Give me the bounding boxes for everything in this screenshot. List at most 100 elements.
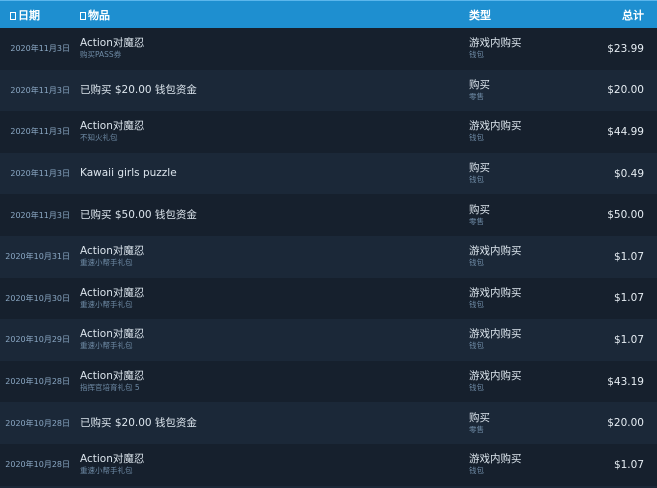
row-type: 购买 钱包 (469, 162, 589, 185)
row-type: 购买 零售 (469, 412, 589, 435)
row-type-subtitle: 钱包 (469, 466, 484, 476)
row-type-subtitle: 零售 (469, 424, 484, 434)
row-type: 游戏内购买 钱包 (469, 120, 589, 143)
table-row[interactable]: 2020年11月3日 已购买 $50.00 钱包资金 购买 零售 $50.00 (0, 194, 657, 236)
table-row[interactable]: 2020年10月31日 Action对魔忍 重速小帮手礼包 游戏内购买 钱包 $1.07 (0, 235, 657, 278)
table-row[interactable]: 2020年11月3日 Action对魔忍 不知火礼包 游戏内购买 钱包 $44.99 (0, 111, 657, 153)
table-row[interactable]: 2020年10月30日 Action对魔忍 重速小帮手礼包 游戏内购买 钱包 $1.07 (0, 277, 657, 320)
row-type-subtitle: 钱包 (469, 50, 484, 60)
table-row[interactable]: 2020年10月28日 Action对魔忍 重速小帮手礼包 游戏内购买 钱包 $1.07 (0, 443, 657, 486)
row-total: $1.07 (613, 292, 644, 305)
table-header: 日期 物品 类型 总计 (0, 0, 657, 28)
header-item-label: 物品 (88, 8, 110, 22)
row-item-title: Action对魔忍 (80, 328, 145, 341)
row-item-subtitle: 购买PASS券 (80, 50, 122, 60)
row-type-subtitle: 零售 (469, 91, 484, 101)
row-date: 2020年10月31日 (5, 252, 70, 262)
row-date: 2020年11月3日 (10, 85, 70, 95)
row-type-title: 购买 (469, 411, 490, 424)
row-item-title: 已购买 $20.00 钱包资金 (80, 416, 197, 429)
row-type: 游戏内购买 钱包 (469, 453, 589, 476)
row-total: $20.00 (607, 417, 644, 430)
row-type-subtitle: 钱包 (469, 258, 484, 268)
row-item-title: Action对魔忍 (80, 245, 145, 258)
row-type: 游戏内购买 钱包 (469, 245, 589, 268)
header-total[interactable]: 总计 (589, 7, 657, 23)
row-item[interactable]: Action对魔忍 购买PASS券 (70, 37, 469, 60)
table-row[interactable]: 2020年10月29日 Action对魔忍 重速小帮手礼包 游戏内购买 钱包 $1.07 (0, 319, 657, 361)
row-type-subtitle: 钱包 (469, 175, 484, 185)
row-type-title: 游戏内购买 (469, 453, 522, 466)
row-date: 2020年11月3日 (10, 127, 70, 137)
purchase-history-table: 日期 物品 类型 总计 2020年11月3日 Action对魔忍 购买PASS券 游戏… (0, 0, 657, 486)
row-date: 2020年10月30日 (5, 293, 70, 303)
sort-checkbox-icon (10, 11, 16, 20)
table-row[interactable]: 2020年10月28日 Action对魔忍 指挥官培育礼包 5 游戏内购买 钱包 $43.… (0, 360, 657, 403)
row-date: 2020年10月28日 (5, 377, 70, 387)
row-item[interactable]: 已购买 $50.00 钱包资金 (70, 209, 469, 222)
row-type-title: 游戏内购买 (469, 286, 522, 299)
table-row[interactable]: 2020年11月3日 Action对魔忍 购买PASS券 游戏内购买 钱包 $23.99 (0, 28, 657, 70)
row-type: 购买 零售 (469, 79, 589, 102)
row-total: $50.00 (607, 209, 644, 222)
row-total: $1.07 (613, 458, 644, 471)
header-type[interactable]: 类型 (469, 7, 589, 23)
table-row[interactable]: 2020年11月3日 已购买 $20.00 钱包资金 购买 零售 $20.00 (0, 69, 657, 112)
header-date[interactable]: 日期 (0, 7, 70, 23)
row-date: 2020年10月28日 (5, 460, 70, 470)
row-type-subtitle: 钱包 (469, 299, 484, 309)
row-item[interactable]: Action对魔忍 重速小帮手礼包 (70, 328, 469, 351)
sort-checkbox-icon (80, 11, 86, 20)
row-type-title: 游戏内购买 (469, 120, 522, 133)
row-total: $44.99 (607, 125, 644, 138)
header-item[interactable]: 物品 (70, 7, 469, 23)
row-total: $43.19 (607, 375, 644, 388)
row-date: 2020年10月29日 (5, 335, 70, 345)
row-type: 游戏内购买 钱包 (469, 370, 589, 393)
row-item[interactable]: Action对魔忍 不知火礼包 (70, 120, 469, 143)
row-type-subtitle: 钱包 (469, 133, 484, 143)
row-item-title: Action对魔忍 (80, 37, 145, 50)
row-type-title: 购买 (469, 203, 490, 216)
row-item-title: Action对魔忍 (80, 370, 145, 383)
row-item-subtitle: 重速小帮手礼包 (80, 466, 133, 476)
row-item[interactable]: 已购买 $20.00 钱包资金 (70, 417, 469, 430)
header-date-label: 日期 (18, 8, 40, 22)
header-total-label: 总计 (622, 8, 644, 22)
row-total: $1.07 (613, 333, 644, 346)
row-type-title: 游戏内购买 (469, 328, 522, 341)
row-total: $0.49 (613, 167, 644, 180)
row-type: 购买 零售 (469, 204, 589, 227)
row-type-title: 游戏内购买 (469, 370, 522, 383)
table-row[interactable]: 2020年11月3日 Kawaii girls puzzle 购买 钱包 $0.49 (0, 152, 657, 195)
row-type: 游戏内购买 钱包 (469, 37, 589, 60)
row-total: $20.00 (607, 84, 644, 97)
row-item-subtitle: 重速小帮手礼包 (80, 341, 133, 351)
row-item[interactable]: Action对魔忍 重速小帮手礼包 (70, 287, 469, 310)
row-type-title: 游戏内购买 (469, 37, 522, 50)
row-item-title: Action对魔忍 (80, 453, 145, 466)
row-date: 2020年11月3日 (10, 169, 70, 179)
row-total: $1.07 (613, 250, 644, 263)
row-item[interactable]: Action对魔忍 指挥官培育礼包 5 (70, 370, 469, 393)
row-item[interactable]: Kawaii girls puzzle (70, 167, 469, 180)
row-item[interactable]: Action对魔忍 重速小帮手礼包 (70, 245, 469, 268)
row-item-title: Action对魔忍 (80, 286, 145, 299)
row-item[interactable]: 已购买 $20.00 钱包资金 (70, 84, 469, 97)
row-item-title: Kawaii girls puzzle (80, 167, 177, 180)
row-type-subtitle: 钱包 (469, 341, 484, 351)
row-item[interactable]: Action对魔忍 重速小帮手礼包 (70, 453, 469, 476)
row-date: 2020年10月28日 (5, 418, 70, 428)
header-type-label: 类型 (469, 8, 491, 22)
row-type-subtitle: 钱包 (469, 383, 484, 393)
row-item-subtitle: 重速小帮手礼包 (80, 258, 133, 268)
row-item-subtitle: 重速小帮手礼包 (80, 299, 133, 309)
row-type: 游戏内购买 钱包 (469, 287, 589, 310)
table-body: 2020年11月3日 Action对魔忍 购买PASS券 游戏内购买 钱包 $23.99 2… (0, 28, 657, 486)
row-type-title: 购买 (469, 162, 490, 175)
row-date: 2020年11月3日 (10, 44, 70, 54)
row-item-subtitle: 不知火礼包 (80, 133, 118, 143)
row-item-subtitle: 指挥官培育礼包 5 (80, 383, 140, 393)
row-type-subtitle: 零售 (469, 216, 484, 226)
table-row[interactable]: 2020年10月28日 已购买 $20.00 钱包资金 购买 零售 $20.00 (0, 402, 657, 444)
